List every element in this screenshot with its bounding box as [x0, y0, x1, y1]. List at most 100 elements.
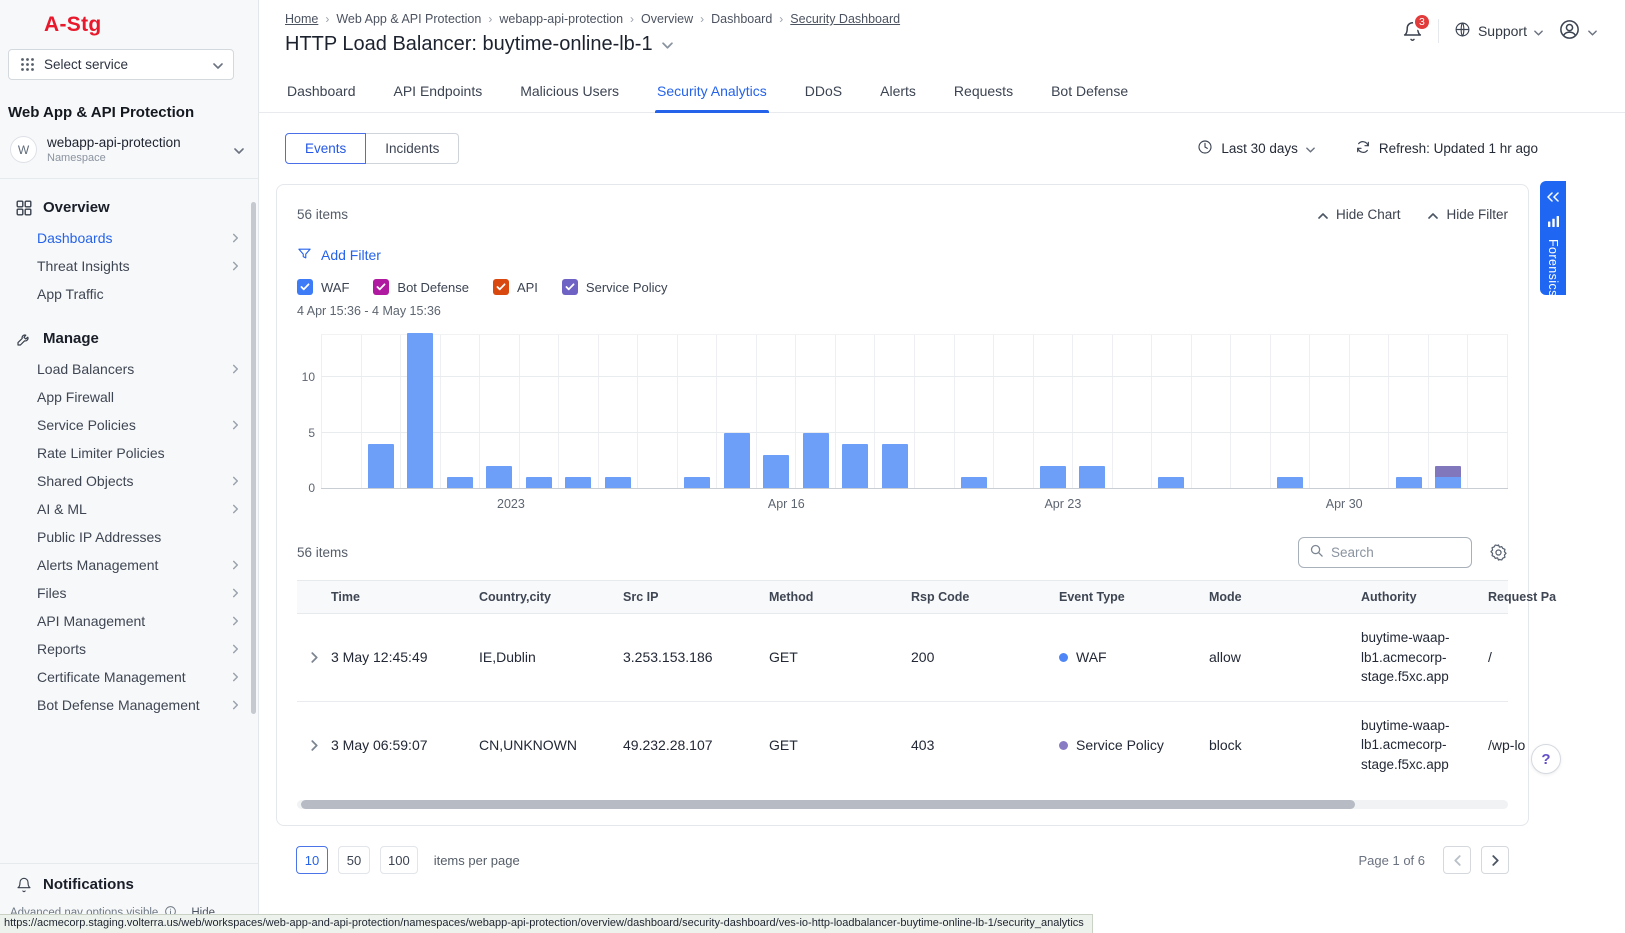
y-axis-label: 0	[295, 481, 315, 495]
app-root: A-Stg Select service Web App & API Prote…	[0, 0, 1625, 933]
time-range-selector[interactable]: Last 30 days	[1197, 139, 1315, 158]
sidebar-item-reports[interactable]: Reports	[0, 635, 258, 663]
chart-bar[interactable]	[368, 444, 394, 488]
chart-bar[interactable]	[1079, 466, 1105, 488]
sidebar-item-dashboards[interactable]: Dashboards	[0, 224, 258, 252]
sidebar-item-app-traffic[interactable]: App Traffic	[0, 280, 258, 308]
chart-slot	[558, 335, 598, 488]
checkbox-service-policy[interactable]	[562, 279, 578, 295]
sidebar-item-threat-insights[interactable]: Threat Insights	[0, 252, 258, 280]
chart-bar[interactable]	[1040, 466, 1066, 488]
chart-bar[interactable]	[842, 444, 868, 488]
breadcrumb-item-overview[interactable]: Overview	[641, 12, 693, 26]
horizontal-scrollbar[interactable]	[297, 800, 1508, 809]
refresh-button[interactable]: Refresh: Updated 1 hr ago	[1355, 139, 1538, 158]
notifications-bell-button[interactable]: 3	[1402, 21, 1423, 42]
sidebar-item-app-firewall[interactable]: App Firewall	[0, 383, 258, 411]
cell-time: 3 May 12:45:49	[331, 649, 479, 665]
breadcrumb-item-home[interactable]: Home	[285, 12, 318, 26]
chart-bar[interactable]	[605, 477, 631, 488]
tab-requests[interactable]: Requests	[952, 72, 1015, 112]
chart-bar[interactable]	[1277, 477, 1303, 488]
chart-bar[interactable]	[724, 433, 750, 488]
sidebar-item-bot-defense-management[interactable]: Bot Defense Management	[0, 691, 258, 719]
sidebar-item-notifications[interactable]: Notifications	[0, 864, 258, 901]
sidebar-item-alerts-management[interactable]: Alerts Management	[0, 551, 258, 579]
chart-bar[interactable]	[1158, 477, 1184, 488]
checkbox-api[interactable]	[493, 279, 509, 295]
overview-section-icon	[16, 200, 32, 216]
table-row[interactable]: 3 May 06:59:07CN,UNKNOWN49.232.28.107GET…	[297, 702, 1508, 789]
tab-malicious-users[interactable]: Malicious Users	[518, 72, 621, 112]
sidebar-item-load-balancers[interactable]: Load Balancers	[0, 355, 258, 383]
previous-page-button[interactable]	[1443, 846, 1471, 874]
sidebar-item-rate-limiter-policies[interactable]: Rate Limiter Policies	[0, 439, 258, 467]
horizontal-scrollbar-thumb[interactable]	[301, 800, 1355, 809]
cell-mode: allow	[1209, 649, 1361, 665]
breadcrumb-item-webapp-api-protection[interactable]: webapp-api-protection	[499, 12, 623, 26]
row-expand-chevron-icon[interactable]	[297, 742, 331, 749]
chart-bar[interactable]	[684, 477, 710, 488]
chart-bar[interactable]	[486, 466, 512, 488]
app-logo[interactable]: A-Stg	[0, 0, 258, 47]
chart-bar[interactable]	[565, 477, 591, 488]
chart-bar[interactable]	[1396, 477, 1422, 488]
breadcrumb-item-web-app-api-protection[interactable]: Web App & API Protection	[336, 12, 481, 26]
sidebar-item-public-ip-addresses[interactable]: Public IP Addresses	[0, 523, 258, 551]
title-chevron-down-icon[interactable]	[662, 36, 673, 54]
help-button[interactable]: ?	[1531, 744, 1561, 774]
add-filter-button[interactable]: Add Filter	[297, 246, 381, 264]
search-input[interactable]	[1331, 545, 1461, 560]
tab-bot-defense[interactable]: Bot Defense	[1049, 72, 1130, 112]
event-type-label: Service Policy	[1076, 737, 1164, 753]
chart-bar[interactable]	[961, 477, 987, 488]
user-account-menu[interactable]	[1558, 18, 1597, 44]
tab-ddos[interactable]: DDoS	[803, 72, 844, 112]
namespace-selector[interactable]: W webapp-api-protection Namespace	[0, 133, 258, 178]
sidebar-scrollbar[interactable]	[251, 202, 256, 714]
sidebar-section-header-manage[interactable]: Manage	[0, 322, 258, 355]
time-range-label: Last 30 days	[1221, 141, 1298, 156]
sidebar-item-api-management[interactable]: API Management	[0, 607, 258, 635]
support-menu[interactable]: Support	[1454, 21, 1543, 41]
tab-api-endpoints[interactable]: API Endpoints	[392, 72, 485, 112]
chart-bar[interactable]	[882, 444, 908, 488]
sidebar-item-certificate-management[interactable]: Certificate Management	[0, 663, 258, 691]
x-axis-label: Apr 23	[1044, 497, 1081, 511]
bar-chart-icon	[1548, 214, 1559, 232]
next-page-button[interactable]	[1481, 846, 1509, 874]
table-row[interactable]: 3 May 12:45:49IE,Dublin3.253.153.186GET2…	[297, 614, 1508, 702]
breadcrumb-item-dashboard[interactable]: Dashboard	[711, 12, 772, 26]
sidebar-section-header-overview[interactable]: Overview	[0, 191, 258, 224]
tab-dashboard[interactable]: Dashboard	[285, 72, 358, 112]
sidebar-item-files[interactable]: Files	[0, 579, 258, 607]
chart-bar[interactable]	[407, 333, 433, 488]
incidents-toggle-button[interactable]: Incidents	[366, 133, 459, 164]
checkbox-waf[interactable]	[297, 279, 313, 295]
chart-bar[interactable]	[447, 477, 473, 488]
chart-bar[interactable]	[1435, 466, 1461, 488]
chart-bar[interactable]	[526, 477, 552, 488]
chart-slot	[1191, 335, 1231, 488]
checkbox-bot-defense[interactable]	[373, 279, 389, 295]
sidebar-section-manage: ManageLoad BalancersApp FirewallService …	[0, 322, 258, 719]
tab-alerts[interactable]: Alerts	[878, 72, 918, 112]
hide-chart-button[interactable]: Hide Chart	[1318, 207, 1401, 222]
tab-security-analytics[interactable]: Security Analytics	[655, 72, 769, 112]
service-selector[interactable]: Select service	[8, 49, 234, 80]
chart-slot	[756, 335, 796, 488]
chart-bar[interactable]	[803, 433, 829, 488]
chart-bar[interactable]	[763, 455, 789, 488]
page-size-100[interactable]: 100	[380, 846, 418, 874]
sidebar-item-ai-ml[interactable]: AI & ML	[0, 495, 258, 523]
table-settings-gear-icon[interactable]	[1489, 543, 1508, 562]
forensics-side-tab[interactable]: Forensics	[1540, 181, 1566, 295]
hide-filter-button[interactable]: Hide Filter	[1428, 207, 1508, 222]
row-expand-chevron-icon[interactable]	[297, 654, 331, 661]
sidebar-item-shared-objects[interactable]: Shared Objects	[0, 467, 258, 495]
breadcrumb-item-security-dashboard[interactable]: Security Dashboard	[790, 12, 900, 26]
page-size-10[interactable]: 10	[296, 846, 328, 874]
events-toggle-button[interactable]: Events	[285, 133, 366, 164]
page-size-50[interactable]: 50	[338, 846, 370, 874]
sidebar-item-service-policies[interactable]: Service Policies	[0, 411, 258, 439]
